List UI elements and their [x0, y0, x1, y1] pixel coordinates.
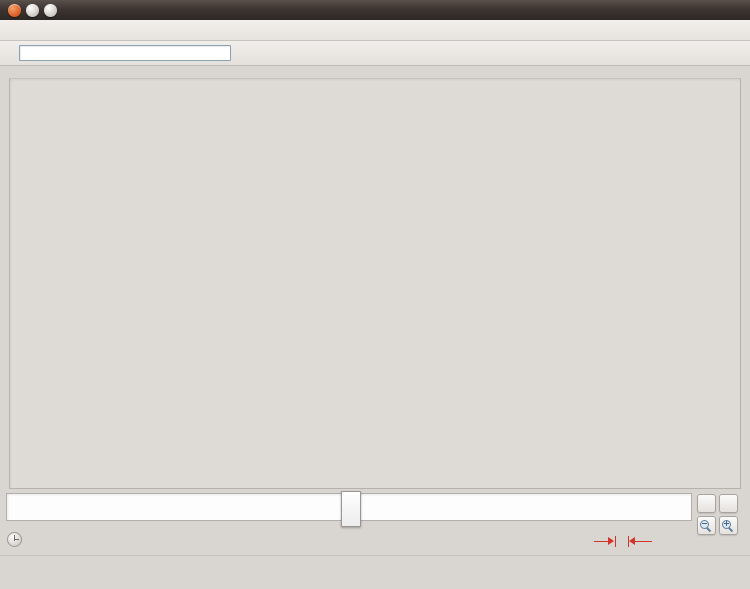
browser-area — [0, 70, 750, 489]
chevron-down-icon — [26, 4, 39, 17]
close-button[interactable] — [8, 3, 21, 17]
chevron-up-icon — [44, 4, 57, 17]
date-histogram[interactable] — [6, 491, 692, 527]
date-next-button[interactable] — [718, 494, 738, 513]
search-area — [14, 45, 231, 61]
maximize-button[interactable] — [44, 3, 57, 17]
status-bar — [0, 555, 750, 589]
clock-icon — [7, 532, 22, 547]
date-bar-controls — [692, 493, 744, 535]
tool-bar — [0, 41, 750, 66]
window-buttons — [0, 3, 57, 17]
date-prev-button[interactable] — [696, 494, 716, 513]
search-input[interactable] — [19, 45, 231, 61]
thumbnail-grid — [10, 79, 740, 91]
menu-bar — [0, 20, 750, 41]
date-bar-main — [6, 491, 692, 552]
date-zoom-in-button[interactable] — [718, 516, 738, 535]
close-icon — [8, 4, 21, 17]
minimize-button[interactable] — [26, 3, 39, 17]
zoom-out-icon — [700, 519, 712, 532]
zoom-in-icon — [722, 519, 734, 532]
kphotoalbum-window — [0, 0, 750, 589]
date-zoom-out-button[interactable] — [696, 516, 716, 535]
date-ruler[interactable] — [6, 521, 692, 552]
title-bar — [0, 0, 750, 20]
date-bar — [0, 489, 750, 555]
category-browser[interactable] — [9, 78, 741, 489]
